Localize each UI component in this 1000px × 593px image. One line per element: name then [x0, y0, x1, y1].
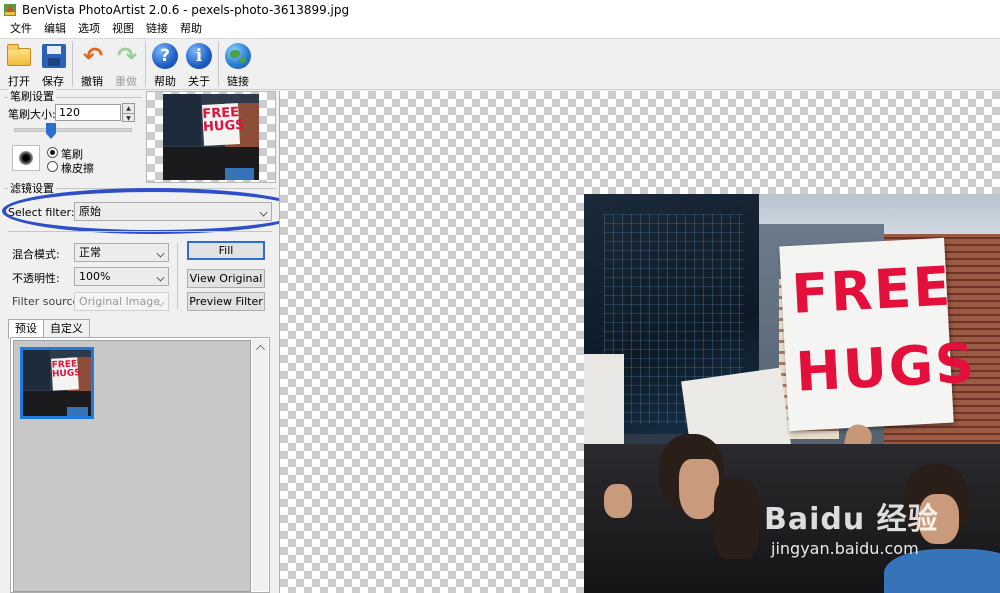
brush-size-label: 笔刷大小: [8, 108, 56, 121]
blend-mode-value: 正常 [79, 246, 101, 259]
menu-file[interactable]: 文件 [4, 20, 38, 38]
image-canvas[interactable]: FREE HUGS Baidu 经验 jingyan.baidu.com [279, 91, 1000, 593]
watermark-url: jingyan.baidu.com [771, 539, 919, 558]
menu-bar: 文件 编辑 选项 视图 链接 帮助 [0, 20, 1000, 38]
menu-view[interactable]: 视图 [106, 20, 140, 38]
menu-edit[interactable]: 编辑 [38, 20, 72, 38]
window-title: BenVista PhotoArtist 2.0.6 - pexels-phot… [22, 3, 350, 17]
open-label: 打开 [8, 75, 30, 88]
undo-button[interactable]: ↶ 撤销 [75, 39, 109, 89]
menu-help[interactable]: 帮助 [174, 20, 208, 38]
tab-custom[interactable]: 自定义 [43, 319, 90, 338]
chevron-down-icon [259, 208, 268, 217]
brush-size-spinner[interactable]: ▲ ▼ [122, 103, 135, 122]
filter-select[interactable]: 原始 [74, 202, 272, 221]
brush-preview-icon [12, 145, 40, 171]
about-button[interactable]: i 关于 [182, 39, 216, 89]
sign-line1: FREE [790, 254, 954, 326]
thumb-sign-line2: HUGS [203, 118, 246, 136]
filter-group-title: 滤镜设置 [8, 180, 56, 196]
info-icon: i [185, 42, 213, 69]
link-label: 链接 [227, 75, 249, 88]
menu-links[interactable]: 链接 [140, 20, 174, 38]
filter-divider [8, 231, 272, 232]
toolbar-separator [218, 41, 219, 87]
filter-source-value: Original Image [79, 295, 160, 308]
help-button[interactable]: ? 帮助 [148, 39, 182, 89]
toolbar: 打开 保存 ↶ 撤销 ↷ 重做 ? 帮助 i 关于 链接 [0, 38, 1000, 90]
globe-icon [224, 42, 252, 69]
blend-mode-select[interactable]: 正常 [74, 243, 169, 262]
link-button[interactable]: 链接 [221, 39, 255, 89]
save-button[interactable]: 保存 [36, 39, 70, 89]
filter-source-label: Filter source: [12, 295, 83, 308]
settings-panel: 笔刷设置 笔刷大小: 120 ▲ ▼ 笔刷 橡皮擦 FREE HUGS 滤镜设置 … [0, 88, 305, 593]
navigator-image: FREE HUGS [163, 94, 259, 180]
preset-thumbnail-image: FREE HUGS [23, 350, 91, 416]
toolbar-separator [145, 41, 146, 87]
watermark-text: Baidu 经验 [764, 502, 939, 537]
filter-select-value: 原始 [79, 205, 101, 218]
preset-thumbnail[interactable]: FREE HUGS [20, 347, 94, 419]
menu-options[interactable]: 选项 [72, 20, 106, 38]
app-logo-icon [3, 3, 17, 17]
view-original-button[interactable]: View Original [187, 269, 265, 288]
opacity-select[interactable]: 100% [74, 267, 169, 286]
toolbar-separator [72, 41, 73, 87]
open-button[interactable]: 打开 [2, 39, 36, 89]
undo-label: 撤销 [81, 75, 103, 88]
photoartist-window: BenVista PhotoArtist 2.0.6 - pexels-phot… [0, 0, 1000, 593]
chevron-down-icon [156, 249, 165, 258]
filter-vertical-divider [177, 243, 178, 309]
sign-line2: HUGS [794, 331, 978, 404]
blend-mode-label: 混合模式: [12, 248, 60, 261]
eraser-mode-label[interactable]: 橡皮擦 [61, 160, 94, 176]
opacity-label: 不透明性: [12, 272, 60, 285]
about-label: 关于 [188, 75, 210, 88]
tab-preset[interactable]: 预设 [8, 319, 44, 339]
brush-size-slider-track[interactable] [14, 128, 132, 132]
redo-label: 重做 [115, 75, 137, 88]
brush-mode-radio[interactable] [47, 147, 58, 158]
preview-filter-button[interactable]: Preview Filter [187, 292, 265, 311]
eraser-mode-radio[interactable] [47, 161, 58, 172]
photo-sign: FREE HUGS [779, 237, 978, 432]
redo-arrow-icon: ↷ [116, 42, 138, 70]
redo-button[interactable]: ↷ 重做 [109, 39, 143, 89]
help-question-icon: ? [151, 42, 179, 69]
preset-sign-line2: HUGS [51, 368, 81, 380]
photo-image: FREE HUGS Baidu 经验 jingyan.baidu.com [584, 194, 1000, 593]
help-label: 帮助 [154, 75, 176, 88]
spin-down-icon[interactable]: ▼ [123, 113, 134, 122]
preset-tab-panel: FREE HUGS [10, 337, 270, 593]
preset-tabs: 预设 自定义 [8, 319, 90, 339]
preset-scrollbar[interactable] [252, 339, 268, 591]
spin-up-icon[interactable]: ▲ [123, 104, 134, 113]
preset-list: FREE HUGS [13, 340, 251, 592]
brush-size-slider-thumb[interactable] [46, 123, 56, 139]
filter-source-select[interactable]: Original Image [74, 292, 169, 311]
fill-button[interactable]: Fill [187, 241, 265, 260]
scroll-up-icon[interactable] [256, 345, 265, 354]
save-label: 保存 [42, 75, 64, 88]
chevron-down-icon [156, 273, 165, 282]
select-filter-label: Select filter: [8, 206, 75, 219]
brush-group-title: 笔刷设置 [8, 88, 56, 104]
title-bar: BenVista PhotoArtist 2.0.6 - pexels-phot… [0, 0, 1000, 20]
undo-arrow-icon: ↶ [82, 42, 104, 70]
opacity-value: 100% [79, 270, 111, 283]
navigator-thumbnail[interactable]: FREE HUGS [146, 91, 276, 183]
folder-open-icon [5, 42, 33, 69]
brush-size-input[interactable]: 120 [55, 104, 121, 121]
floppy-disk-icon [39, 42, 67, 69]
